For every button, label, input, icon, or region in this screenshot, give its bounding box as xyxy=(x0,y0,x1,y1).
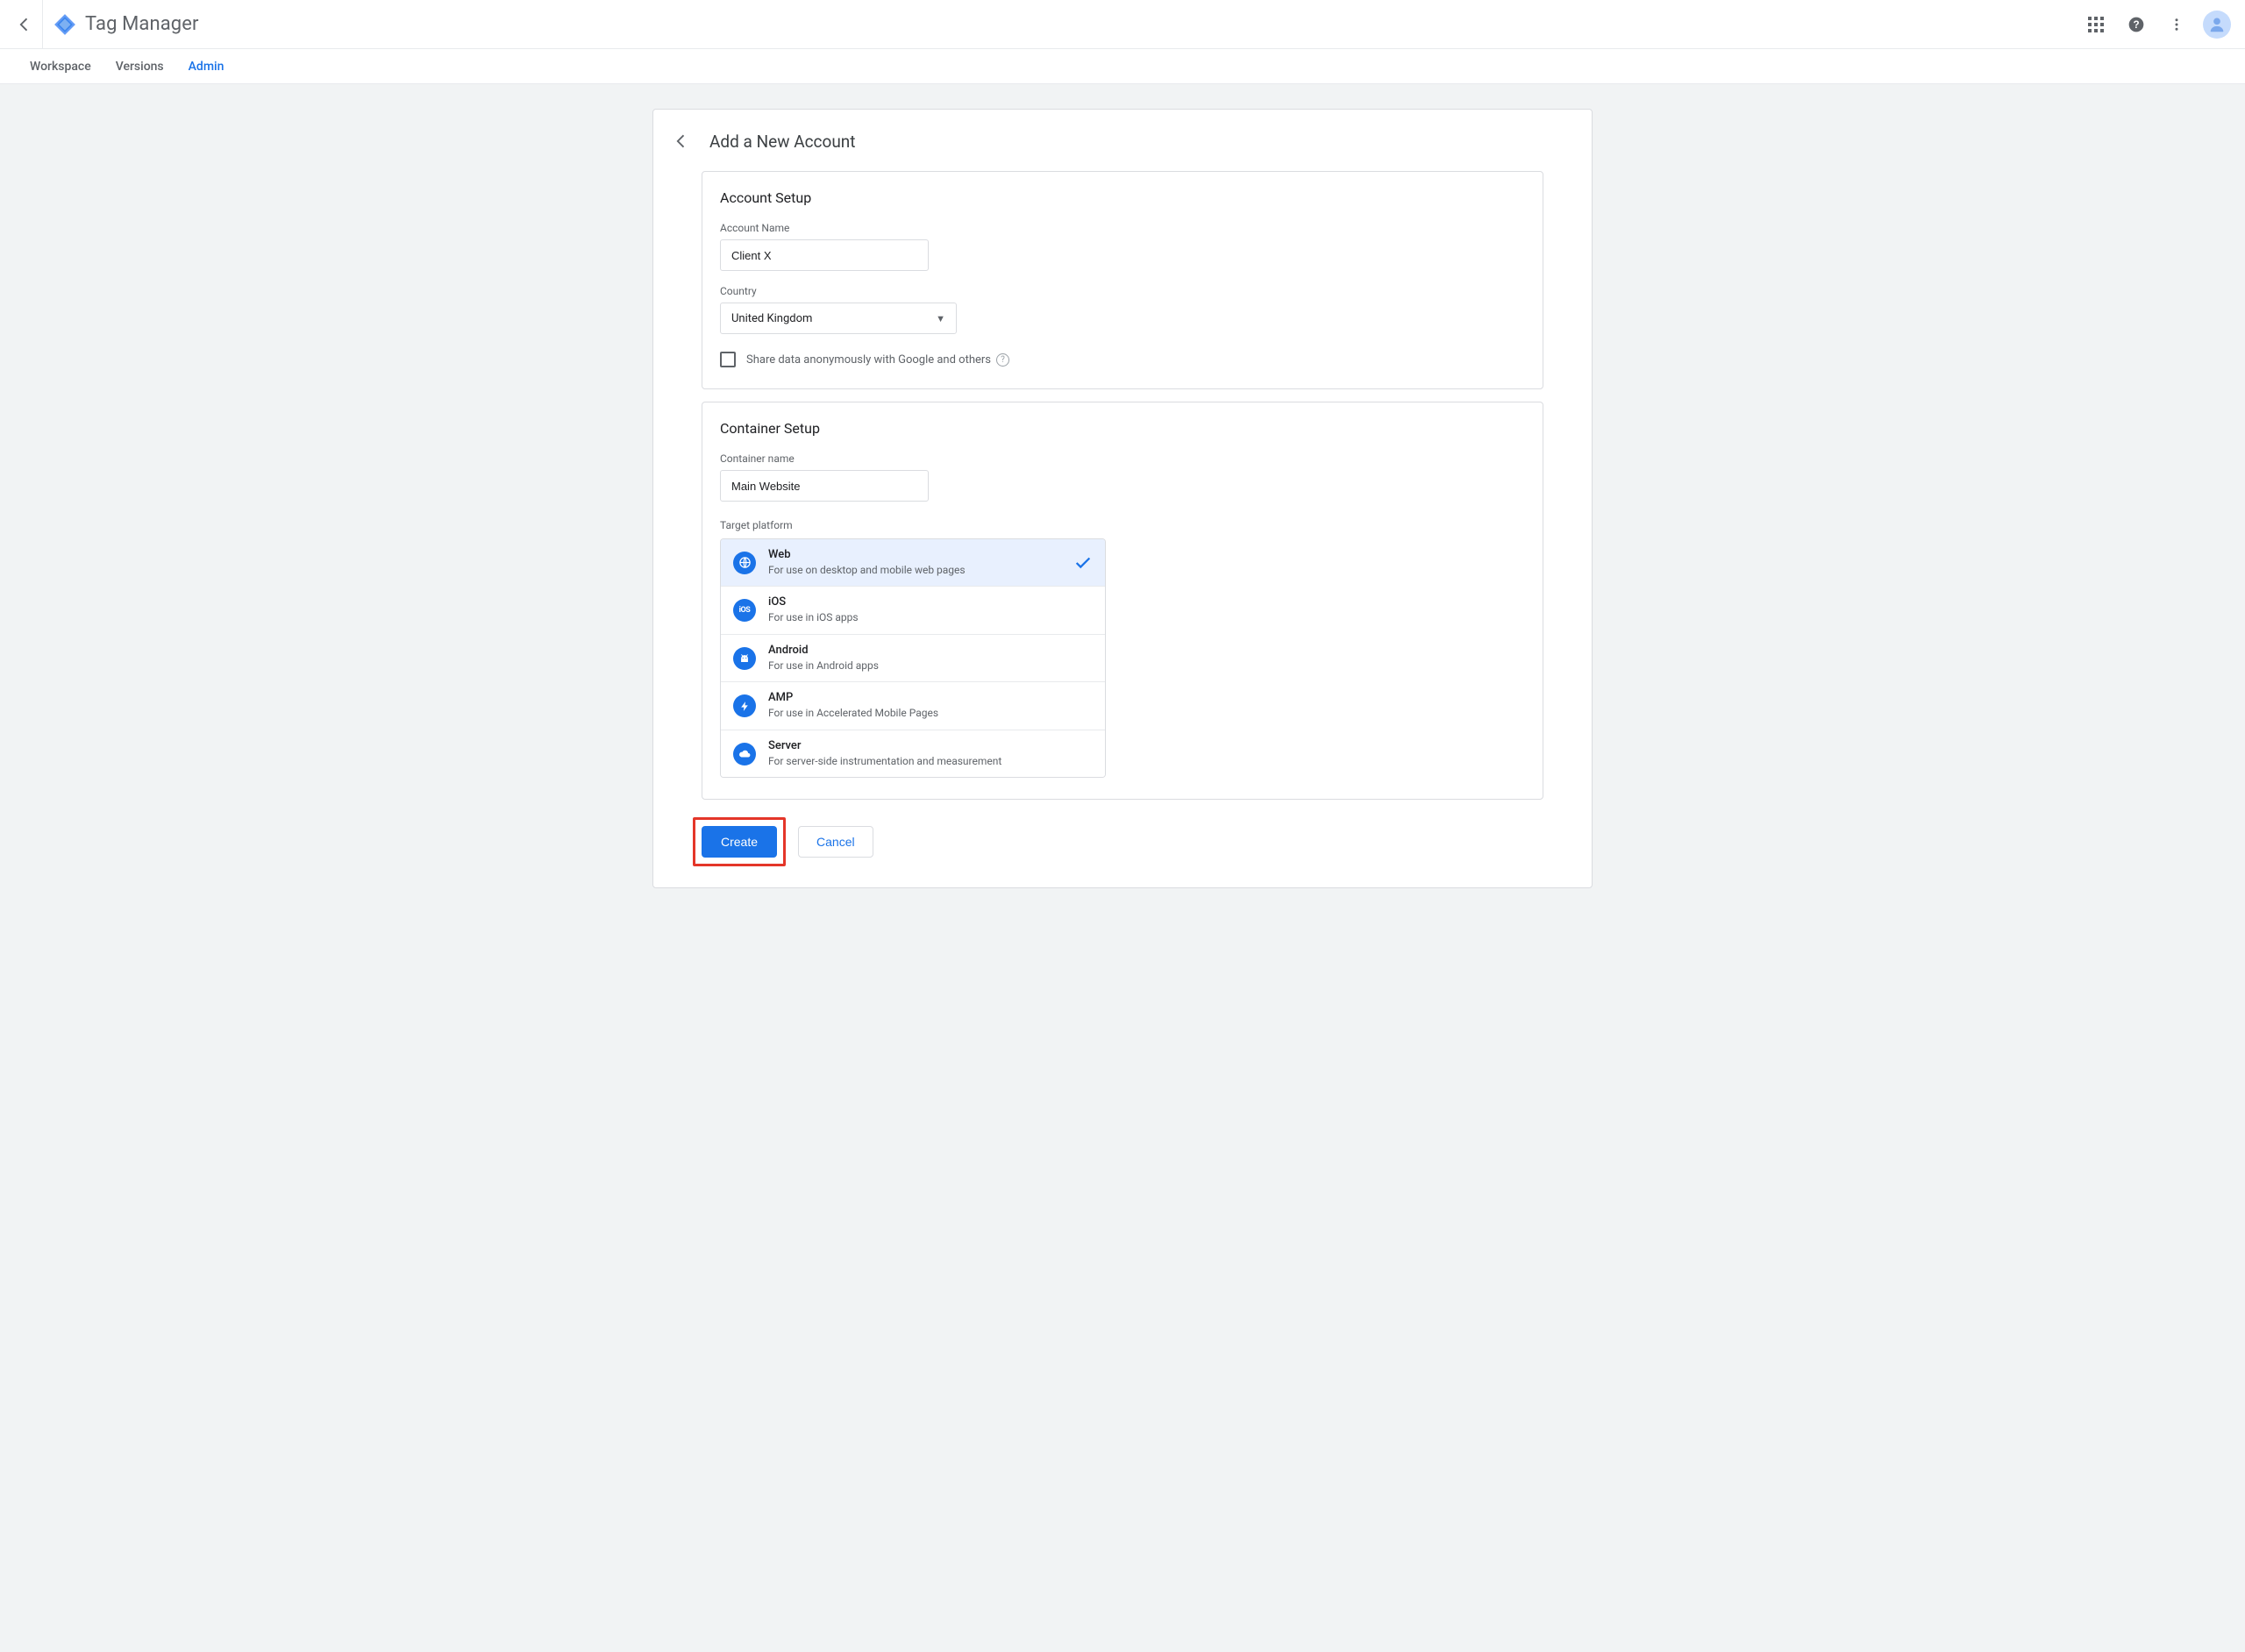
country-value: United Kingdom xyxy=(731,312,812,325)
platform-android[interactable]: Android For use in Android apps xyxy=(721,634,1105,681)
platform-ios[interactable]: iOS iOS For use in iOS apps xyxy=(721,586,1105,633)
new-account-card: Add a New Account Account Setup Account … xyxy=(652,109,1593,888)
help-icon[interactable]: ? xyxy=(2119,7,2154,42)
platform-name: Android xyxy=(768,644,1093,659)
share-data-checkbox[interactable] xyxy=(720,352,736,367)
platform-desc: For use in Android apps xyxy=(768,659,1093,673)
container-name-label: Container name xyxy=(720,452,1525,465)
apps-icon[interactable] xyxy=(2078,7,2113,42)
tab-label: Admin xyxy=(189,60,224,74)
page-title: Add a New Account xyxy=(709,132,856,152)
platform-name: AMP xyxy=(768,691,1093,706)
ios-icon: iOS xyxy=(733,599,756,622)
amp-icon xyxy=(733,694,756,717)
section-title: Container Setup xyxy=(720,420,1525,437)
platform-desc: For server-side instrumentation and meas… xyxy=(768,755,1093,769)
server-icon xyxy=(733,743,756,765)
account-avatar[interactable] xyxy=(2203,11,2231,39)
help-tooltip-icon[interactable]: ? xyxy=(996,353,1009,367)
account-name-label: Account Name xyxy=(720,222,1525,234)
tab-admin[interactable]: Admin xyxy=(176,49,237,84)
arrow-left-icon xyxy=(673,132,690,150)
create-highlight: Create xyxy=(693,817,786,866)
platform-name: Server xyxy=(768,739,1093,754)
country-select[interactable]: United Kingdom ▼ xyxy=(720,303,957,334)
app-header: Tag Manager ? xyxy=(0,0,2245,49)
target-platform-label: Target platform xyxy=(720,519,1525,531)
globe-icon xyxy=(733,552,756,574)
account-setup-section: Account Setup Account Name Country Unite… xyxy=(702,171,1543,389)
platform-desc: For use in Accelerated Mobile Pages xyxy=(768,707,1093,721)
more-icon[interactable] xyxy=(2159,7,2194,42)
tab-label: Versions xyxy=(116,60,164,74)
platform-web[interactable]: Web For use on desktop and mobile web pa… xyxy=(721,539,1105,586)
arrow-left-icon xyxy=(16,16,33,33)
container-name-input[interactable] xyxy=(720,470,929,502)
create-button[interactable]: Create xyxy=(702,826,777,858)
divider xyxy=(42,0,43,49)
app-title: Tag Manager xyxy=(85,13,199,35)
platform-server[interactable]: Server For server-side instrumentation a… xyxy=(721,730,1105,777)
nav-tabs: Workspace Versions Admin xyxy=(0,49,2245,84)
share-data-label: Share data anonymously with Google and o… xyxy=(746,353,1009,367)
tag-manager-logo-icon xyxy=(53,13,76,36)
section-title: Account Setup xyxy=(720,189,1525,206)
platform-name: iOS xyxy=(768,595,1093,610)
tab-versions[interactable]: Versions xyxy=(103,49,176,84)
page-back-button[interactable] xyxy=(669,129,694,153)
platform-desc: For use in iOS apps xyxy=(768,611,1093,625)
check-icon xyxy=(1073,553,1093,573)
tab-workspace[interactable]: Workspace xyxy=(18,49,103,84)
platform-amp[interactable]: AMP For use in Accelerated Mobile Pages xyxy=(721,681,1105,729)
country-label: Country xyxy=(720,285,1525,297)
svg-text:?: ? xyxy=(2133,19,2139,31)
android-icon xyxy=(733,647,756,670)
account-name-input[interactable] xyxy=(720,239,929,271)
action-row: Create Cancel xyxy=(693,817,1543,866)
back-button[interactable] xyxy=(7,7,42,42)
platform-list: Web For use on desktop and mobile web pa… xyxy=(720,538,1106,778)
person-icon xyxy=(2207,15,2227,34)
platform-name: Web xyxy=(768,548,1061,563)
cancel-button[interactable]: Cancel xyxy=(798,826,873,858)
tab-label: Workspace xyxy=(30,60,91,74)
container-setup-section: Container Setup Container name Target pl… xyxy=(702,402,1543,800)
platform-desc: For use on desktop and mobile web pages xyxy=(768,564,1061,578)
caret-down-icon: ▼ xyxy=(936,313,945,324)
